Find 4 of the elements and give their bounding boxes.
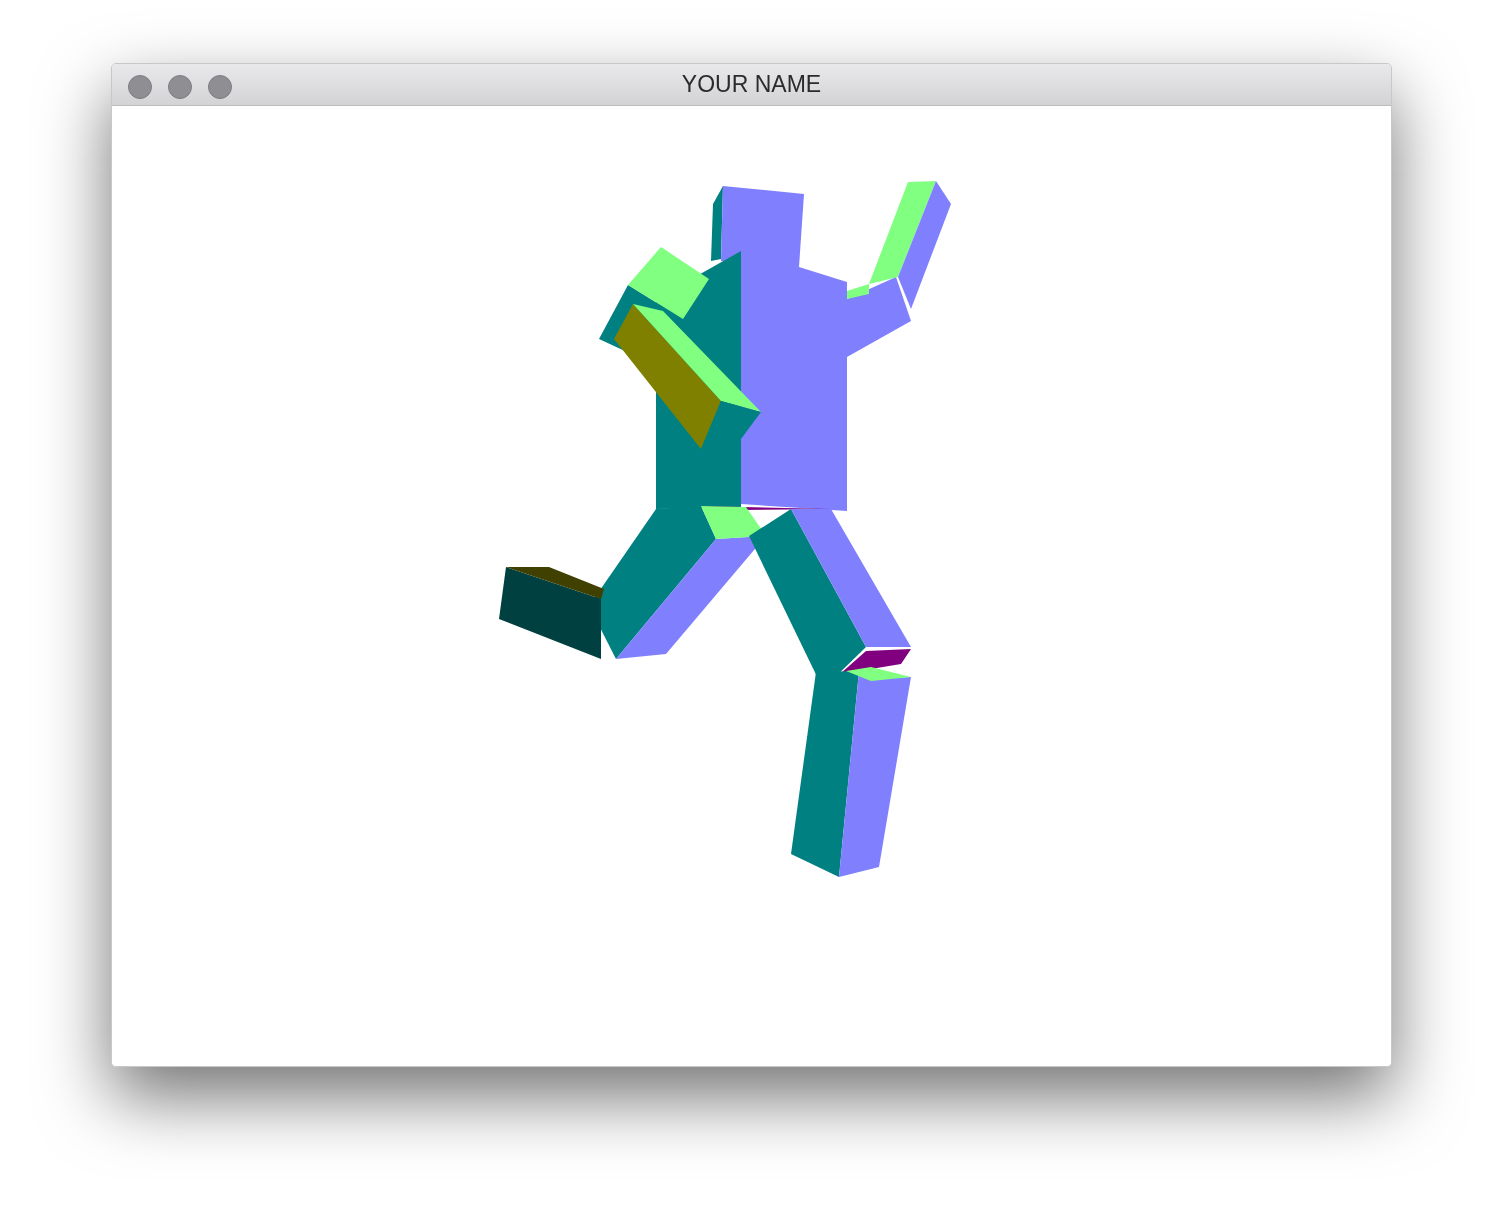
minimize-button[interactable] bbox=[168, 75, 192, 99]
window-title: YOUR NAME bbox=[681, 70, 822, 100]
close-button[interactable] bbox=[128, 75, 152, 99]
zoom-button[interactable] bbox=[208, 75, 232, 99]
